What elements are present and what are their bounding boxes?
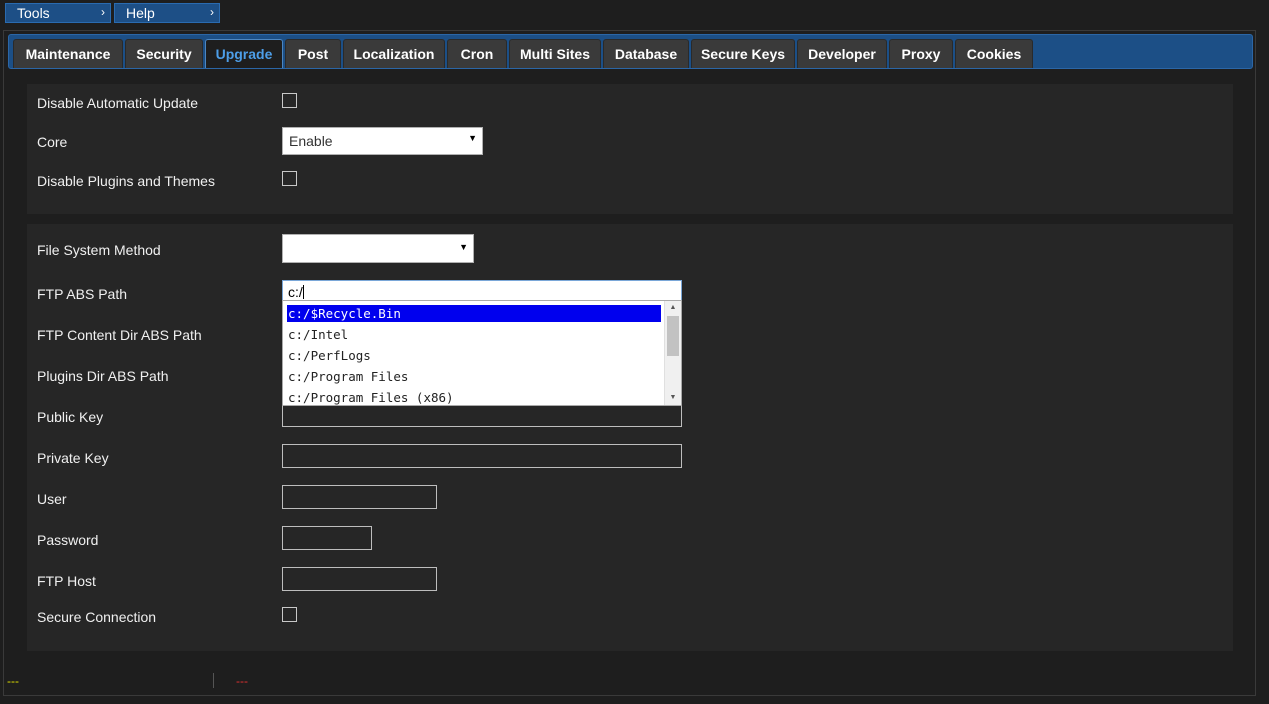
autocomplete-item[interactable]: c:/Intel: [287, 326, 661, 343]
tab-post[interactable]: Post: [285, 39, 341, 68]
autocomplete-scrollbar[interactable]: ▲ ▼: [664, 301, 681, 405]
tab-localization[interactable]: Localization: [343, 39, 445, 68]
secure-connection-label: Secure Connection: [37, 609, 157, 625]
status-divider: [213, 673, 214, 688]
ftp-host-input[interactable]: [282, 567, 437, 591]
public-key-input[interactable]: [282, 403, 682, 427]
scroll-up-arrow-icon[interactable]: ▲: [665, 301, 681, 315]
ftp-host-label: FTP Host: [37, 573, 96, 589]
tab-developer[interactable]: Developer: [797, 39, 887, 68]
tools-menu-button[interactable]: Tools ›: [5, 3, 111, 23]
public-key-label: Public Key: [37, 409, 104, 425]
secure-connection-checkbox[interactable]: [282, 607, 297, 622]
tab-upgrade[interactable]: Upgrade: [205, 39, 283, 68]
tools-menu-label: Tools: [17, 5, 50, 21]
tab-multi-sites[interactable]: Multi Sites: [509, 39, 601, 68]
ftp-abs-path-label: FTP ABS Path: [37, 286, 128, 302]
scroll-down-arrow-icon[interactable]: ▼: [665, 391, 681, 405]
core-select[interactable]: Enable ▼: [282, 127, 483, 155]
dropdown-caret-icon: ▼: [459, 242, 468, 252]
disable-plugins-label: Disable Plugins and Themes: [37, 173, 215, 189]
disable-plugins-checkbox[interactable]: [282, 171, 297, 186]
private-key-label: Private Key: [37, 450, 109, 466]
password-input[interactable]: [282, 526, 372, 550]
help-menu-label: Help: [126, 5, 155, 21]
user-input[interactable]: [282, 485, 437, 509]
status-left-text: ---: [7, 674, 19, 688]
disable-auto-update-label: Disable Automatic Update: [37, 95, 199, 111]
filesystem-panel: File System Method ▼ FTP ABS Path c:/ FT…: [27, 224, 1233, 651]
plugins-dir-label: Plugins Dir ABS Path: [37, 368, 169, 384]
tab-bar: Maintenance Security Upgrade Post Locali…: [8, 34, 1253, 69]
automatic-update-panel: Disable Automatic Update Core Enable ▼ D…: [27, 84, 1233, 214]
autocomplete-item[interactable]: c:/Program Files: [287, 368, 661, 385]
autocomplete-item[interactable]: c:/Program Files (x86): [287, 389, 661, 405]
tab-secure-keys[interactable]: Secure Keys: [691, 39, 795, 68]
autocomplete-item[interactable]: c:/$Recycle.Bin: [287, 305, 661, 322]
dropdown-caret-icon: ▼: [468, 133, 477, 143]
tab-proxy[interactable]: Proxy: [889, 39, 953, 68]
fs-method-select[interactable]: ▼: [282, 234, 474, 263]
ftp-abs-path-value: c:/: [288, 284, 303, 300]
tab-database[interactable]: Database: [603, 39, 689, 68]
core-select-value: Enable: [289, 133, 333, 149]
tab-cron[interactable]: Cron: [447, 39, 507, 68]
autocomplete-item[interactable]: c:/PerfLogs: [287, 347, 661, 364]
user-label: User: [37, 491, 67, 507]
scrollbar-thumb[interactable]: [667, 316, 679, 356]
chevron-right-icon: ›: [210, 5, 214, 19]
chevron-right-icon: ›: [101, 5, 105, 19]
password-label: Password: [37, 532, 99, 548]
fs-method-label: File System Method: [37, 242, 161, 258]
private-key-input[interactable]: [282, 444, 682, 468]
text-cursor: [302, 285, 304, 299]
help-menu-button[interactable]: Help ›: [114, 3, 220, 23]
disable-auto-update-checkbox[interactable]: [282, 93, 297, 108]
menu-bar: Tools › Help ›: [0, 0, 1269, 28]
tab-cookies[interactable]: Cookies: [955, 39, 1033, 68]
core-label: Core: [37, 134, 68, 150]
tab-maintenance[interactable]: Maintenance: [13, 39, 123, 68]
tab-security[interactable]: Security: [125, 39, 203, 68]
status-bar: --- ---: [3, 672, 1238, 692]
path-autocomplete-list: c:/$Recycle.Bin c:/Intel c:/PerfLogs c:/…: [282, 300, 682, 406]
settings-window: Maintenance Security Upgrade Post Locali…: [3, 30, 1256, 696]
status-right-text: ---: [236, 674, 248, 688]
ftp-content-dir-label: FTP Content Dir ABS Path: [37, 327, 202, 343]
